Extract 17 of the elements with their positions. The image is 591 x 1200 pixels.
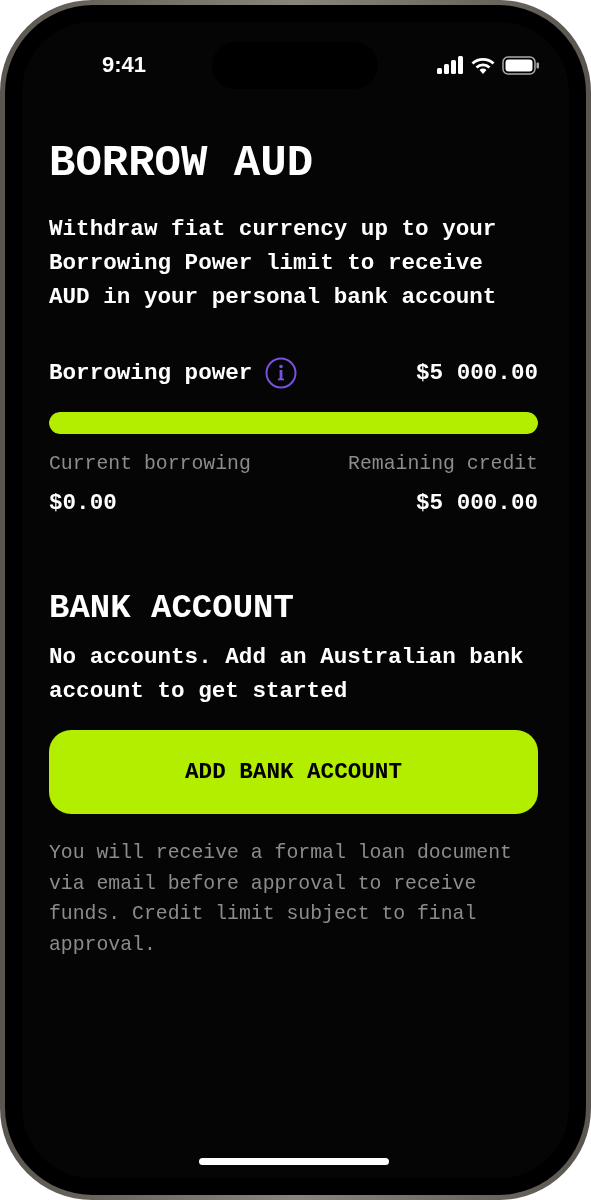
- disclaimer-text: You will receive a formal loan document via email before approval to receive funds. Credit limit subject to final approval.: [49, 841, 513, 959]
- current-borrowing-amount: $0.00: [49, 489, 117, 518]
- borrowing-power-amount: $5 000.00: [415, 360, 538, 386]
- wifi-icon: [471, 56, 495, 74]
- remaining-credit-label: Remaining credit: [348, 452, 538, 477]
- remaining-credit-amount: $5 000.00: [415, 489, 538, 518]
- add-bank-account-button[interactable]: ADD BANK ACCOUNT: [49, 730, 538, 814]
- info-icon[interactable]: [265, 357, 298, 389]
- borrowing-power-label: Borrowing power: [49, 360, 253, 386]
- page-title: BORROW AUD: [49, 137, 315, 190]
- description-text: Withdraw fiat currency up to your Borrowing Power limit to receive AUD in your personal bank account: [49, 215, 498, 312]
- status-time: 9:41: [102, 52, 147, 78]
- current-borrowing-label: Current borrowing: [49, 452, 251, 477]
- empty-message: No accounts. Add an Australian bank account to get started: [49, 643, 525, 706]
- battery-icon: [502, 55, 540, 75]
- section-heading: BANK ACCOUNT: [49, 588, 295, 629]
- signal-icon: [437, 56, 464, 74]
